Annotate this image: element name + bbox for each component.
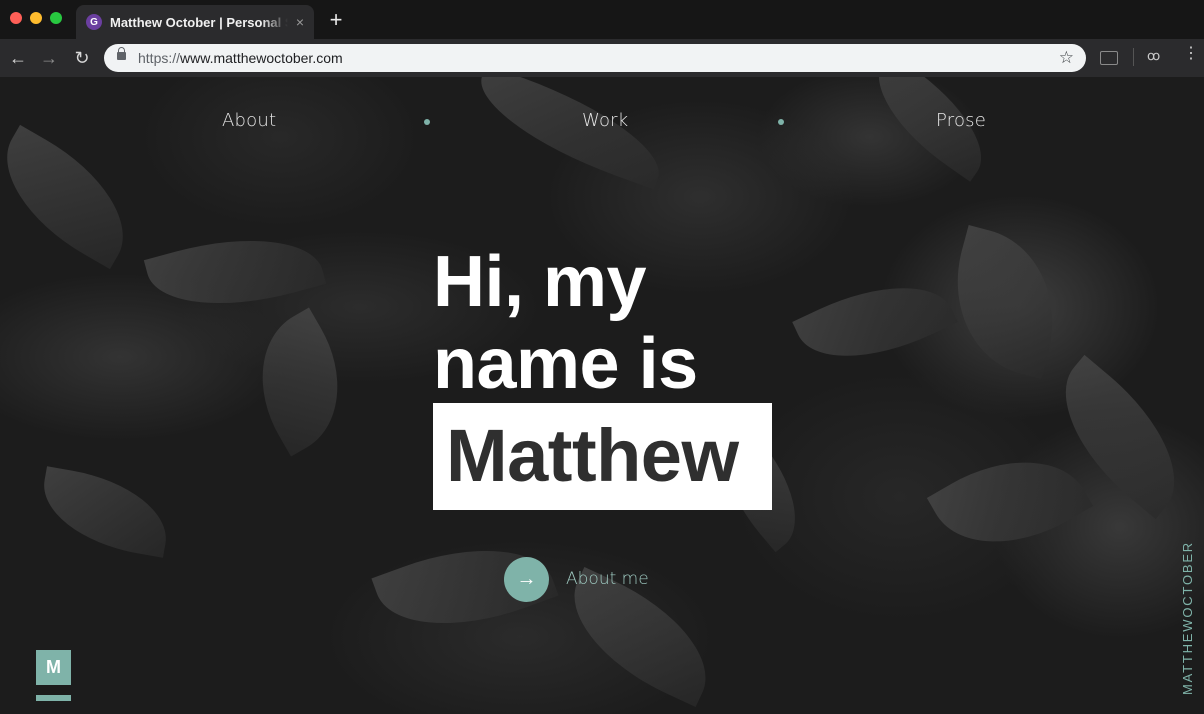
leaf-decoration	[926, 428, 1094, 576]
nav-prose-link[interactable]: Prose	[936, 110, 986, 131]
hero-name: Matthew	[446, 414, 739, 497]
leaf-decoration	[792, 258, 958, 386]
url-host: www.matthewoctober.com	[180, 50, 343, 66]
site-logo[interactable]: M	[36, 650, 71, 685]
leaf-decoration	[34, 466, 176, 558]
toolbar-divider	[1133, 48, 1134, 66]
url-scheme: https://	[138, 50, 181, 66]
browser-tab[interactable]: G Matthew October | Personal Site ×	[76, 5, 314, 39]
leaf-decoration	[231, 307, 369, 457]
hero-section: About Work Prose Hi, my name is Matthew …	[0, 77, 1204, 714]
extension-icon[interactable]: ꝏ	[1147, 48, 1160, 64]
url-text: https://www.matthewoctober.com	[138, 50, 343, 66]
nav-about-link[interactable]: About	[222, 110, 276, 131]
about-me-link[interactable]: About me	[566, 569, 649, 589]
nav-work-link[interactable]: Work	[582, 110, 628, 131]
nav-separator-dot	[778, 119, 784, 125]
logo-underline	[36, 695, 71, 701]
hero-intro-line: name is	[433, 324, 698, 404]
browser-toolbar: ← → ↻ https://www.matthewoctober.com ☆	[0, 39, 1204, 77]
leaf-decoration	[143, 216, 327, 328]
close-window-button[interactable]	[10, 12, 22, 24]
address-bar[interactable]: https://www.matthewoctober.com ☆	[104, 44, 1086, 72]
leaf-decoration	[935, 224, 1075, 380]
forward-button[interactable]: →	[38, 47, 60, 69]
back-button[interactable]: ←	[7, 47, 29, 69]
nav-separator-dot	[424, 119, 430, 125]
close-tab-icon[interactable]: ×	[292, 14, 308, 30]
tab-title: Matthew October | Personal Site	[110, 14, 288, 30]
browser-menu-icon[interactable]: ⋮	[1183, 46, 1199, 62]
about-me-arrow-button[interactable]: →	[504, 557, 549, 602]
maximize-window-button[interactable]	[50, 12, 62, 24]
reload-button[interactable]: ↻	[71, 47, 93, 69]
leaf-decoration	[0, 124, 150, 270]
bookmark-star-icon[interactable]: ☆	[1059, 48, 1074, 68]
cast-icon[interactable]	[1100, 51, 1118, 65]
leaf-decoration	[465, 77, 675, 190]
minimize-window-button[interactable]	[30, 12, 42, 24]
hero-greeting-line: Hi, my	[433, 242, 647, 322]
new-tab-button[interactable]: +	[326, 8, 346, 32]
tab-strip: G Matthew October | Personal Site × +	[0, 0, 1204, 39]
gatsby-icon: G	[86, 14, 102, 30]
lock-icon	[117, 47, 126, 60]
hero-name-highlight: Matthew	[433, 403, 772, 510]
vertical-brand-text: MATTHEWOCTOBER	[1180, 541, 1195, 695]
